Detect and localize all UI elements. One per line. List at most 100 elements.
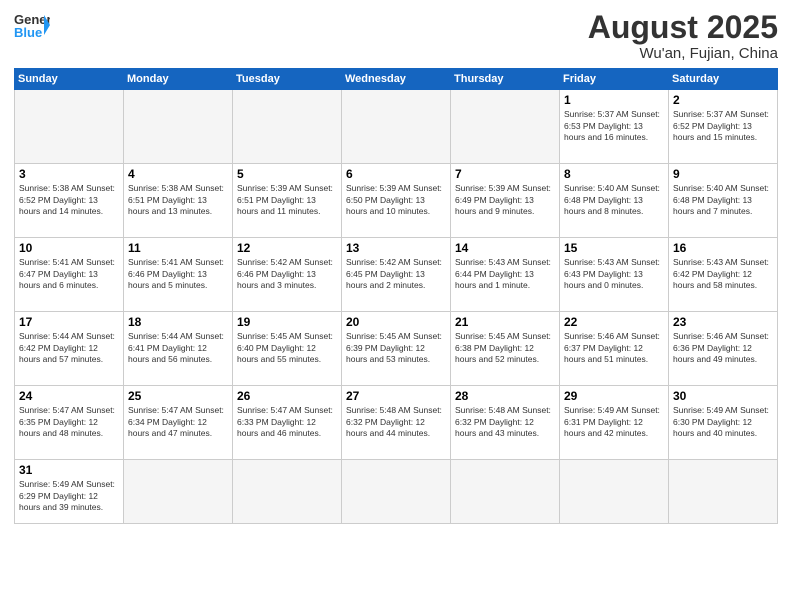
day-info: Sunrise: 5:42 AM Sunset: 6:45 PM Dayligh…: [346, 257, 446, 291]
day-number: 5: [237, 167, 337, 181]
table-row: 20 Sunrise: 5:45 AM Sunset: 6:39 PM Dayli…: [342, 312, 451, 386]
day-number: 3: [19, 167, 119, 181]
day-info: Sunrise: 5:43 AM Sunset: 6:43 PM Dayligh…: [564, 257, 664, 291]
day-number: 17: [19, 315, 119, 329]
day-info: Sunrise: 5:45 AM Sunset: 6:39 PM Dayligh…: [346, 331, 446, 365]
day-info: Sunrise: 5:42 AM Sunset: 6:46 PM Dayligh…: [237, 257, 337, 291]
day-info: Sunrise: 5:45 AM Sunset: 6:40 PM Dayligh…: [237, 331, 337, 365]
day-number: 16: [673, 241, 773, 255]
day-info: Sunrise: 5:46 AM Sunset: 6:36 PM Dayligh…: [673, 331, 773, 365]
day-info: Sunrise: 5:41 AM Sunset: 6:47 PM Dayligh…: [19, 257, 119, 291]
table-row: 29 Sunrise: 5:49 AM Sunset: 6:31 PM Dayli…: [560, 386, 669, 460]
day-number: 24: [19, 389, 119, 403]
table-row: 9 Sunrise: 5:40 AM Sunset: 6:48 PM Daylig…: [669, 164, 778, 238]
table-row: 10Sunrise: 5:41 AM Sunset: 6:47 PM Dayli…: [15, 238, 124, 312]
day-info: Sunrise: 5:47 AM Sunset: 6:34 PM Dayligh…: [128, 405, 228, 439]
table-row: 23Sunrise: 5:46 AM Sunset: 6:36 PM Dayli…: [669, 312, 778, 386]
day-info: Sunrise: 5:44 AM Sunset: 6:41 PM Dayligh…: [128, 331, 228, 365]
day-number: 7: [455, 167, 555, 181]
table-row: [124, 90, 233, 164]
table-row: 7 Sunrise: 5:39 AM Sunset: 6:49 PM Daylig…: [451, 164, 560, 238]
header-saturday: Saturday: [669, 69, 778, 90]
day-info: Sunrise: 5:45 AM Sunset: 6:38 PM Dayligh…: [455, 331, 555, 365]
day-number: 13: [346, 241, 446, 255]
day-number: 14: [455, 241, 555, 255]
day-info: Sunrise: 5:47 AM Sunset: 6:35 PM Dayligh…: [19, 405, 119, 439]
header-wednesday: Wednesday: [342, 69, 451, 90]
table-row: 22 Sunrise: 5:46 AM Sunset: 6:37 PM Dayli…: [560, 312, 669, 386]
day-number: 21: [455, 315, 555, 329]
day-info: Sunrise: 5:43 AM Sunset: 6:42 PM Dayligh…: [673, 257, 773, 291]
day-info: Sunrise: 5:48 AM Sunset: 6:32 PM Dayligh…: [455, 405, 555, 439]
day-number: 15: [564, 241, 664, 255]
day-number: 1: [564, 93, 664, 107]
day-number: 2: [673, 93, 773, 107]
table-row: [342, 460, 451, 524]
table-row: [451, 460, 560, 524]
table-row: [124, 460, 233, 524]
day-number: 30: [673, 389, 773, 403]
table-row: 5Sunrise: 5:39 AM Sunset: 6:51 PM Daylig…: [233, 164, 342, 238]
header-tuesday: Tuesday: [233, 69, 342, 90]
day-info: Sunrise: 5:48 AM Sunset: 6:32 PM Dayligh…: [346, 405, 446, 439]
day-number: 4: [128, 167, 228, 181]
table-row: [233, 90, 342, 164]
header: General Blue August 2025 Wu'an, Fujian, …: [14, 10, 778, 62]
table-row: 15 Sunrise: 5:43 AM Sunset: 6:43 PM Dayli…: [560, 238, 669, 312]
table-row: 30 Sunrise: 5:49 AM Sunset: 6:30 PM Dayli…: [669, 386, 778, 460]
day-number: 25: [128, 389, 228, 403]
calendar-subtitle: Wu'an, Fujian, China: [588, 45, 778, 62]
day-number: 11: [128, 241, 228, 255]
table-row: 3 Sunrise: 5:38 AM Sunset: 6:52 PM Daylig…: [15, 164, 124, 238]
day-info: Sunrise: 5:49 AM Sunset: 6:30 PM Dayligh…: [673, 405, 773, 439]
day-number: 26: [237, 389, 337, 403]
day-info: Sunrise: 5:49 AM Sunset: 6:31 PM Dayligh…: [564, 405, 664, 439]
day-number: 27: [346, 389, 446, 403]
table-row: 28 Sunrise: 5:48 AM Sunset: 6:32 PM Dayli…: [451, 386, 560, 460]
calendar-table: Sunday Monday Tuesday Wednesday Thursday…: [14, 68, 778, 524]
day-number: 22: [564, 315, 664, 329]
table-row: [342, 90, 451, 164]
table-row: 4 Sunrise: 5:38 AM Sunset: 6:51 PM Daylig…: [124, 164, 233, 238]
day-info: Sunrise: 5:40 AM Sunset: 6:48 PM Dayligh…: [673, 183, 773, 217]
table-row: 21 Sunrise: 5:45 AM Sunset: 6:38 PM Dayli…: [451, 312, 560, 386]
day-info: Sunrise: 5:38 AM Sunset: 6:51 PM Dayligh…: [128, 183, 228, 217]
table-row: 19 Sunrise: 5:45 AM Sunset: 6:40 PM Dayli…: [233, 312, 342, 386]
table-row: 13 Sunrise: 5:42 AM Sunset: 6:45 PM Dayli…: [342, 238, 451, 312]
day-number: 9: [673, 167, 773, 181]
table-row: 24 Sunrise: 5:47 AM Sunset: 6:35 PM Dayli…: [15, 386, 124, 460]
table-row: 8Sunrise: 5:40 AM Sunset: 6:48 PM Daylig…: [560, 164, 669, 238]
title-block: August 2025 Wu'an, Fujian, China: [588, 10, 778, 62]
table-row: [15, 90, 124, 164]
table-row: [560, 460, 669, 524]
header-thursday: Thursday: [451, 69, 560, 90]
day-info: Sunrise: 5:39 AM Sunset: 6:49 PM Dayligh…: [455, 183, 555, 217]
day-info: Sunrise: 5:43 AM Sunset: 6:44 PM Dayligh…: [455, 257, 555, 291]
day-info: Sunrise: 5:44 AM Sunset: 6:42 PM Dayligh…: [19, 331, 119, 365]
logo-icon: General Blue: [14, 10, 50, 40]
day-info: Sunrise: 5:49 AM Sunset: 6:29 PM Dayligh…: [19, 479, 119, 513]
table-row: 12Sunrise: 5:42 AM Sunset: 6:46 PM Dayli…: [233, 238, 342, 312]
table-row: 27 Sunrise: 5:48 AM Sunset: 6:32 PM Dayli…: [342, 386, 451, 460]
table-row: 14 Sunrise: 5:43 AM Sunset: 6:44 PM Dayli…: [451, 238, 560, 312]
day-info: Sunrise: 5:39 AM Sunset: 6:50 PM Dayligh…: [346, 183, 446, 217]
table-row: 18Sunrise: 5:44 AM Sunset: 6:41 PM Dayli…: [124, 312, 233, 386]
day-info: Sunrise: 5:37 AM Sunset: 6:53 PM Dayligh…: [564, 109, 664, 143]
table-row: 6 Sunrise: 5:39 AM Sunset: 6:50 PM Daylig…: [342, 164, 451, 238]
table-row: 17 Sunrise: 5:44 AM Sunset: 6:42 PM Dayli…: [15, 312, 124, 386]
day-number: 28: [455, 389, 555, 403]
day-number: 6: [346, 167, 446, 181]
header-friday: Friday: [560, 69, 669, 90]
day-number: 31: [19, 463, 119, 477]
day-info: Sunrise: 5:47 AM Sunset: 6:33 PM Dayligh…: [237, 405, 337, 439]
day-number: 20: [346, 315, 446, 329]
day-info: Sunrise: 5:38 AM Sunset: 6:52 PM Dayligh…: [19, 183, 119, 217]
day-number: 29: [564, 389, 664, 403]
header-monday: Monday: [124, 69, 233, 90]
day-info: Sunrise: 5:41 AM Sunset: 6:46 PM Dayligh…: [128, 257, 228, 291]
table-row: [451, 90, 560, 164]
day-info: Sunrise: 5:46 AM Sunset: 6:37 PM Dayligh…: [564, 331, 664, 365]
table-row: 31 Sunrise: 5:49 AM Sunset: 6:29 PM Dayli…: [15, 460, 124, 524]
table-row: [233, 460, 342, 524]
day-number: 19: [237, 315, 337, 329]
